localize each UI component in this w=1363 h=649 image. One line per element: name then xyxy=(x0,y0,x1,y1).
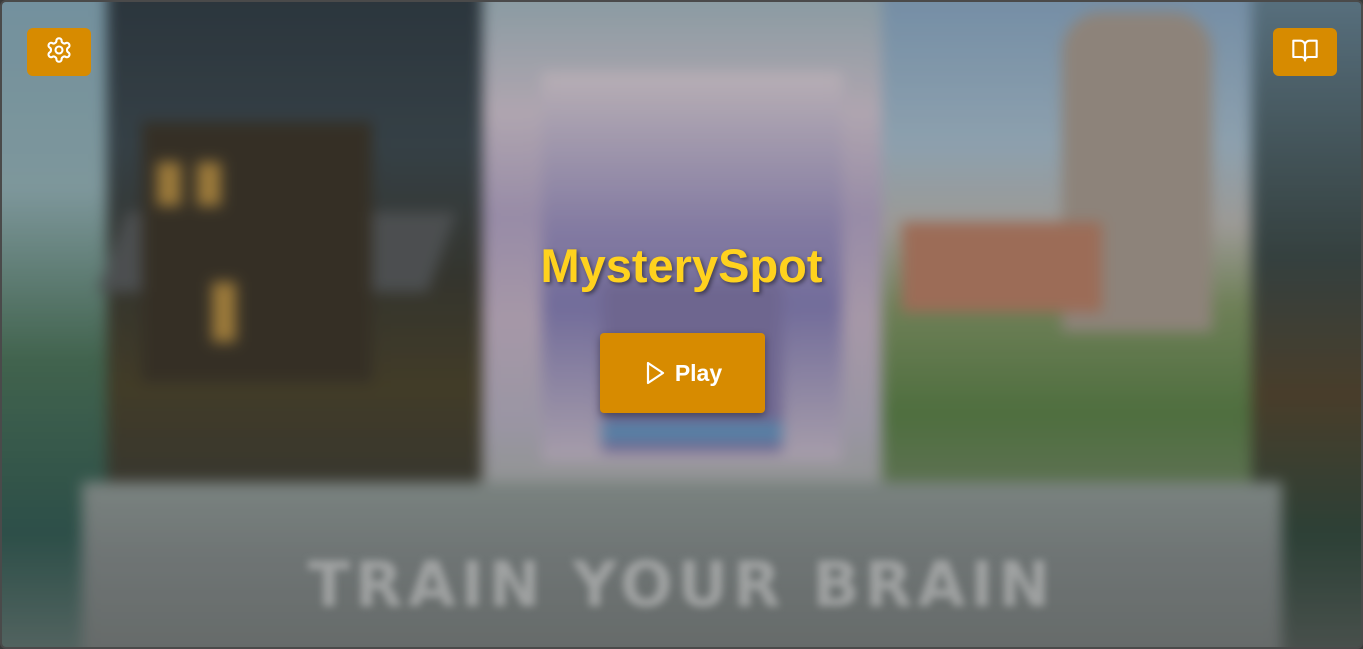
book-icon xyxy=(1290,36,1320,69)
play-button[interactable]: Play xyxy=(600,333,765,413)
play-button-label: Play xyxy=(674,359,723,386)
settings-button[interactable] xyxy=(27,28,91,76)
play-icon xyxy=(643,360,667,386)
gear-icon xyxy=(45,36,73,69)
instructions-button[interactable] xyxy=(1273,28,1337,76)
tagline: TRAIN YOUR BRAIN xyxy=(307,548,1056,621)
game-screen: TRAIN YOUR BRAIN MysterySpot Play xyxy=(0,0,1363,649)
game-title: MysterySpot xyxy=(540,239,823,292)
